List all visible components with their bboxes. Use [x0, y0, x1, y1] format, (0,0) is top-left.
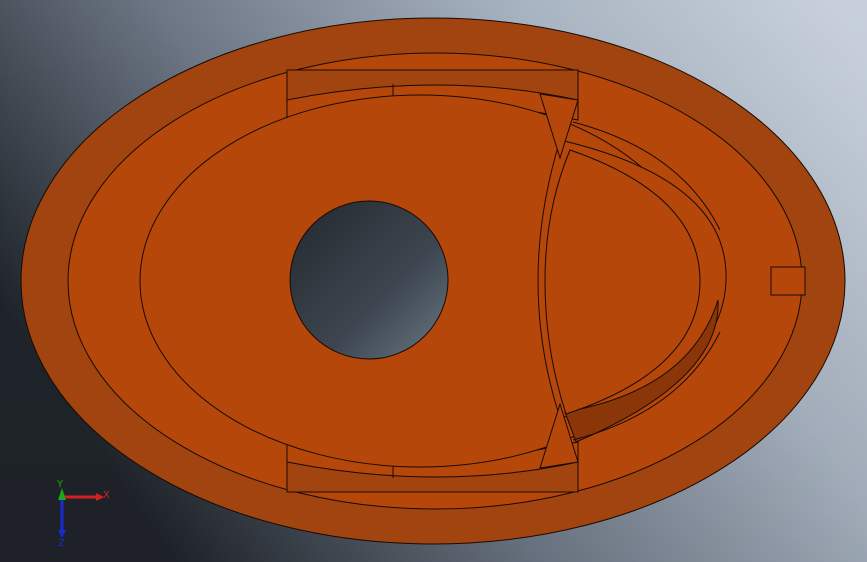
- z-axis-label: Z: [58, 538, 65, 548]
- square-boss[interactable]: [770, 266, 806, 296]
- z-axis-arrowhead: [58, 530, 66, 538]
- y-axis-label: Y: [56, 479, 64, 490]
- coordinate-triad: X Y Z: [40, 478, 120, 549]
- part-model[interactable]: [0, 0, 867, 562]
- graphics-viewport[interactable]: X Y Z: [0, 0, 867, 562]
- center-hole[interactable]: [289, 200, 449, 360]
- x-axis-label: X: [103, 490, 110, 501]
